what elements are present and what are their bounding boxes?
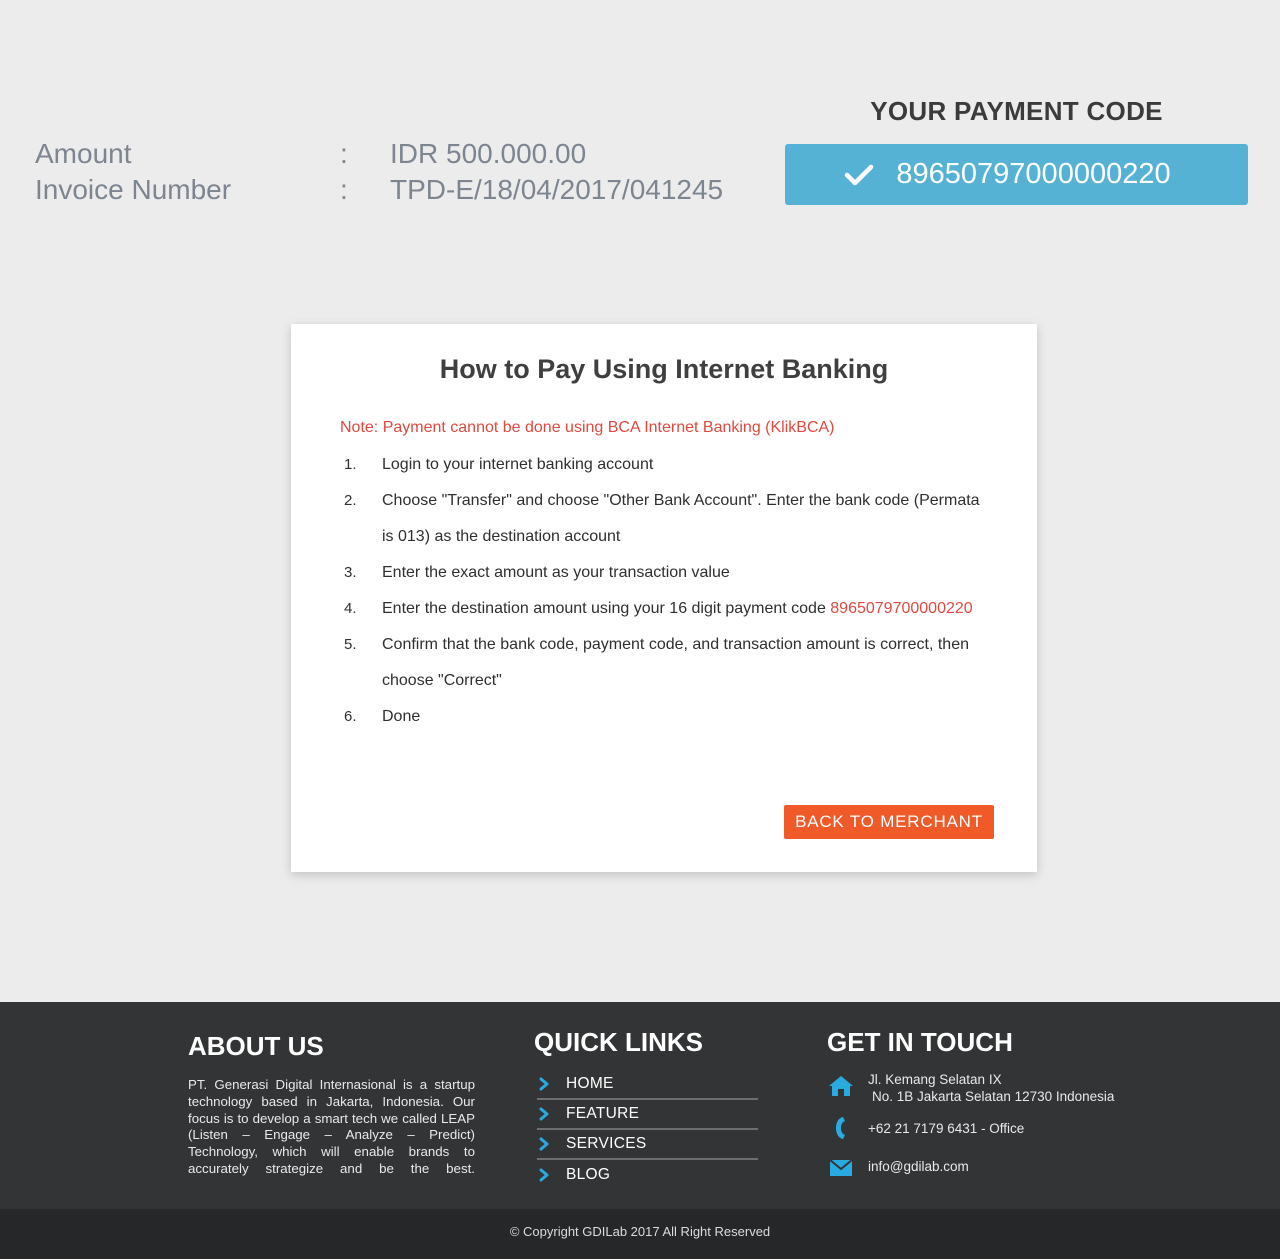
invoice-label: Invoice Number <box>35 174 232 205</box>
step-item: 5. Confirm that the bank code, payment c… <box>340 627 1020 699</box>
step-number: 6. <box>344 708 357 725</box>
step-payment-code: 8965079700000220 <box>830 600 973 617</box>
step-number: 4. <box>344 600 357 617</box>
chevron-right-icon <box>539 1077 549 1091</box>
steps-list: 1. Login to your internet banking accoun… <box>340 447 1020 735</box>
card-title: How to Pay Using Internet Banking <box>439 354 889 384</box>
quick-link-services[interactable]: SERVICES <box>537 1130 758 1160</box>
step-number: 1. <box>344 456 357 473</box>
instructions-card: How to Pay Using Internet Banking Note: … <box>291 324 1037 872</box>
address-line-2: No. 1B Jakarta Selatan 12730 Indonesia <box>872 1089 1115 1104</box>
amount-value: IDR 500.000.00 <box>390 138 587 169</box>
quick-link-blog[interactable]: BLOG <box>537 1160 758 1190</box>
quick-links-heading: QUICK LINKS <box>534 1027 703 1057</box>
payment-code-value: 89650797000000220 <box>896 158 1171 190</box>
step-text: Login to your internet banking account <box>382 456 654 473</box>
amount-separator: : <box>340 138 348 169</box>
get-in-touch-heading: GET IN TOUCH <box>827 1027 1013 1057</box>
invoice-value: TPD-E/18/04/2017/041245 <box>390 174 724 205</box>
payment-code-title: YOUR PAYMENT CODE <box>870 96 1163 126</box>
payment-note: Note: Payment cannot be done using BCA I… <box>340 419 835 436</box>
amount-label: Amount <box>35 138 132 169</box>
step-text: Enter the exact amount as your transacti… <box>382 564 730 581</box>
quick-link-label: HOME <box>566 1075 614 1092</box>
phone-icon <box>836 1117 845 1139</box>
quick-link-label: SERVICES <box>566 1135 647 1152</box>
about-text: PT. Generasi Digital Internasional is a … <box>188 1077 475 1176</box>
step-item: 6. Done <box>340 699 1020 735</box>
step-text: Done <box>382 708 421 725</box>
about-heading: ABOUT US <box>188 1031 324 1061</box>
home-icon <box>829 1076 853 1096</box>
step-number: 3. <box>344 564 357 581</box>
footer: ABOUT US PT. Generasi Digital Internasio… <box>0 1002 1280 1209</box>
payment-code-box: 89650797000000220 <box>785 144 1248 205</box>
copyright-text: © Copyright GDILab 2017 All Right Reserv… <box>509 1224 771 1239</box>
address-line-1: Jl. Kemang Selatan IX <box>868 1072 1002 1087</box>
quick-link-feature[interactable]: FEATURE <box>537 1100 758 1130</box>
step-text: Choose "Transfer" and choose "Other Bank… <box>382 492 980 545</box>
quick-link-label: BLOG <box>566 1166 611 1183</box>
step-item: 3. Enter the exact amount as your transa… <box>340 555 1020 591</box>
chevron-right-icon <box>539 1107 549 1121</box>
back-to-merchant-button[interactable]: BACK TO MERCHANT <box>784 805 994 839</box>
chevron-right-icon <box>539 1137 549 1151</box>
quick-link-home[interactable]: HOME <box>537 1070 758 1100</box>
step-text: Enter the destination amount using your … <box>382 600 831 617</box>
copyright-bar: © Copyright GDILab 2017 All Right Reserv… <box>0 1209 1280 1259</box>
step-text: Confirm that the bank code, payment code… <box>382 636 969 689</box>
step-item: 1. Login to your internet banking accoun… <box>340 447 1020 483</box>
mail-icon <box>830 1160 852 1176</box>
step-item: 2. Choose "Transfer" and choose "Other B… <box>340 483 1020 555</box>
email-link[interactable]: info@gdilab.com <box>868 1158 969 1175</box>
check-icon <box>845 164 874 185</box>
step-item: 4. Enter the destination amount using yo… <box>340 591 1020 627</box>
step-number: 2. <box>344 492 357 509</box>
step-number: 5. <box>344 636 357 653</box>
chevron-right-icon <box>539 1168 549 1182</box>
quick-links-list: HOME FEATURE SERVICES BLOG <box>537 1070 758 1190</box>
invoice-separator: : <box>340 174 348 205</box>
phone-text: +62 21 7179 6431 - Office <box>868 1121 1025 1136</box>
quick-link-label: FEATURE <box>566 1105 640 1122</box>
